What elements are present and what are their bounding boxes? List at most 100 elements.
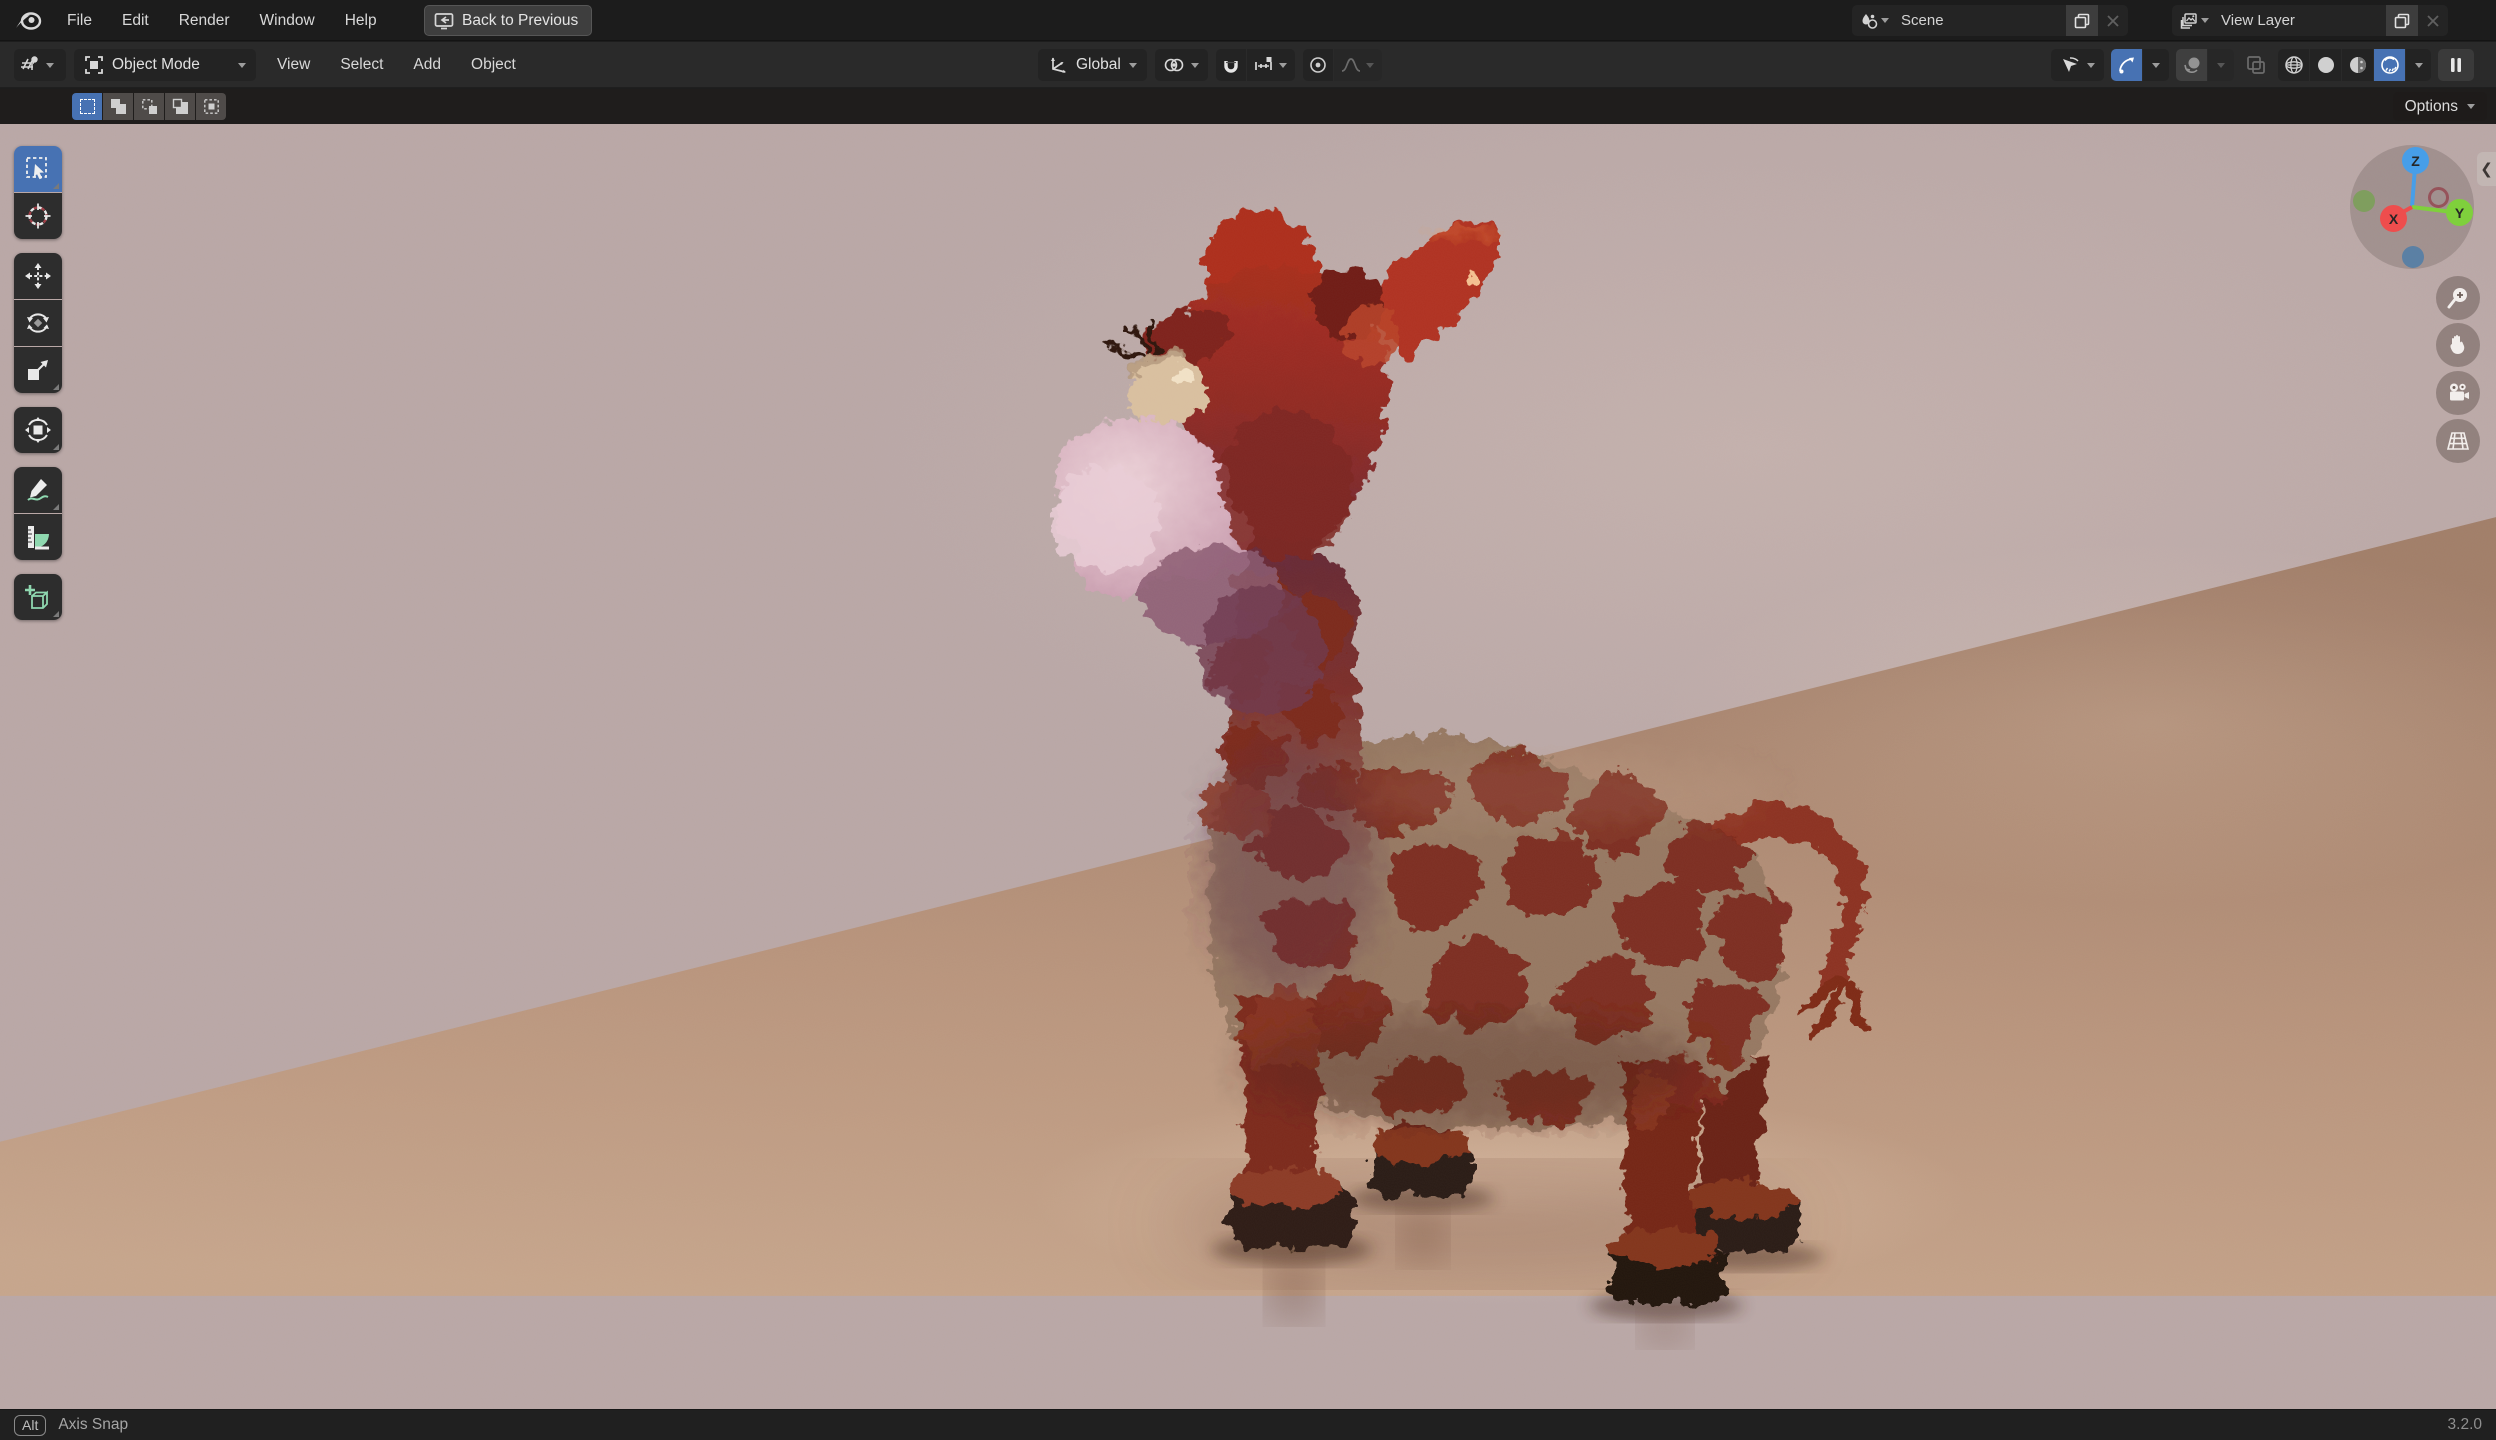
show-gizmo-selector[interactable] [2051,49,2104,81]
chevron-down-icon [2414,62,2423,68]
editor-type-button[interactable] [14,49,66,81]
tool-scale[interactable] [14,347,62,393]
display-cluster [2051,49,2474,81]
rendered-giraffe-scene [0,124,2496,1347]
toggle-projection-button[interactable] [2436,419,2480,463]
snap-settings[interactable] [1246,49,1295,81]
scene-icon [1862,13,1878,29]
add-cube-icon [25,585,48,609]
gizmo-axis-z[interactable]: Z [2402,147,2429,174]
select-mode-set-button[interactable] [72,93,102,120]
tool-transform[interactable] [14,407,62,453]
transform-snap-cluster: Global [1038,49,1382,81]
close-icon [2427,14,2439,27]
camera-view-button[interactable] [2436,371,2480,415]
tool-annotate[interactable] [14,467,62,513]
chevron-down-icon [1881,18,1889,23]
gizmo-axis-neg-x[interactable] [2428,187,2449,208]
select-mode-subtract-button[interactable] [134,93,164,120]
select-mode-intersect-button[interactable] [196,93,226,120]
chevron-down-icon [46,62,54,68]
show-overlays-toggle[interactable] [2111,49,2142,81]
pan-view-button[interactable] [2436,323,2480,367]
chevron-down-icon [1128,62,1137,68]
shading-wireframe-button[interactable] [2278,49,2309,81]
rendered-sphere-icon [2380,56,2399,74]
remove-view-layer-button[interactable] [2418,5,2448,36]
chevron-down-icon [2152,62,2160,68]
magnifier-plus-icon [2447,288,2467,309]
select-box-icon [26,157,47,180]
tool-rotate[interactable] [14,300,62,346]
menu-add[interactable]: Add [398,42,456,88]
blender-version: 3.2.0 [2447,1416,2482,1433]
select-intersect-icon [203,99,219,114]
viewport-header: Object Mode View Select Add Object Globa… [0,42,2496,88]
scale-icon [28,360,48,380]
alt-keycap: Alt [14,1414,47,1436]
new-view-layer-button[interactable] [2386,5,2418,36]
new-scene-button[interactable] [2066,5,2098,36]
shading-material-button[interactable] [2342,49,2373,81]
select-mode-extend-button[interactable] [103,93,133,120]
xray-material-toggle[interactable] [2176,49,2207,81]
menu-window[interactable]: Window [245,0,330,41]
snap-increment-icon [1255,57,1273,70]
menu-render[interactable]: Render [164,0,245,41]
close-icon [2107,14,2119,27]
tool-settings-bar: Options [0,89,2496,124]
solid-sphere-icon [2317,57,2334,73]
menu-object[interactable]: Object [456,42,531,88]
pause-render-button[interactable] [2438,49,2474,81]
blender-logo-icon[interactable] [14,8,44,32]
snap-toggle[interactable] [1215,49,1246,81]
shading-solid-button[interactable] [2310,49,2341,81]
proportional-editing-toggle[interactable] [1302,49,1333,81]
zoom-view-button[interactable] [2436,276,2480,320]
options-dropdown[interactable]: Options [2392,92,2487,121]
gizmo-axis-y[interactable]: Y [2446,199,2473,226]
proportional-falloff-selector[interactable] [1333,49,1382,81]
orientation-label: Global [1076,56,1121,73]
back-to-previous-label: Back to Previous [462,11,579,29]
navigation-gizmo[interactable]: Z X Y [2350,145,2474,269]
gizmo-axis-neg-z[interactable] [2402,246,2424,268]
tool-measure[interactable] [14,514,62,560]
select-mode-invert-button[interactable] [165,93,195,120]
tool-add-cube[interactable] [14,574,62,620]
pivot-point-selector[interactable] [1154,49,1208,81]
screen-back-icon [434,12,454,29]
menu-view[interactable]: View [262,42,325,88]
shading-dropdown[interactable] [2406,49,2431,81]
ortho-grid-icon [2446,432,2470,450]
chevron-down-icon [2467,104,2475,109]
gizmo-axis-x[interactable]: X [2380,205,2407,232]
toggle-xray-button[interactable] [2241,49,2271,81]
view-layer-icon [2180,12,2197,29]
back-to-previous-button[interactable]: Back to Previous [424,5,593,36]
select-mode-group [72,93,226,120]
tool-move[interactable] [14,253,62,299]
unlink-scene-button[interactable] [2098,5,2128,36]
pivot-point-icon [1164,58,1184,72]
transform-orientation-selector[interactable]: Global [1038,49,1147,81]
tool-select-box[interactable] [14,146,62,192]
menu-select[interactable]: Select [325,42,398,88]
menu-help[interactable]: Help [330,0,392,41]
mode-selector[interactable]: Object Mode [74,49,256,81]
scene-selector[interactable]: Scene [1852,5,2128,36]
topbar: File Edit Render Window Help Back to Pre… [0,0,2496,41]
shading-rendered-button[interactable] [2374,49,2405,81]
menu-file[interactable]: File [52,0,107,41]
overlays-settings[interactable] [2143,49,2169,81]
chevron-down-icon [1190,62,1199,68]
gizmo-axis-neg-y[interactable] [2353,190,2375,212]
sidebar-toggle-tab[interactable]: ❮ [2477,152,2496,186]
tool-cursor[interactable] [14,193,62,239]
view-layer-selector[interactable]: View Layer [2172,5,2448,36]
chevron-down-icon [1279,62,1288,68]
viewport-3d[interactable]: Z X Y ❮ [0,124,2496,1409]
shading-settings-chevron[interactable] [2208,49,2234,81]
menu-edit[interactable]: Edit [107,0,164,41]
gizmo-z-label: Z [2411,152,2420,169]
